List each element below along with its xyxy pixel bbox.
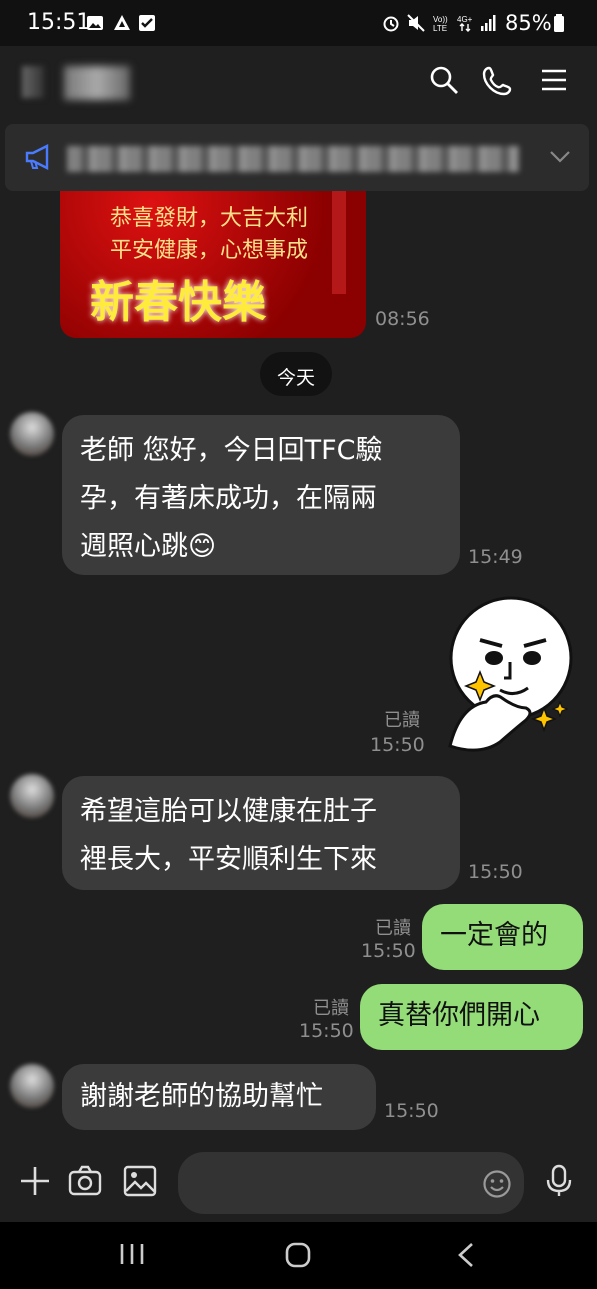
read-receipt: 已讀: [313, 998, 349, 1019]
svg-text:LTE: LTE: [433, 24, 447, 32]
date-divider-label: 今天: [276, 367, 315, 389]
card-line-3: 新春快樂: [90, 277, 266, 328]
plus-icon[interactable]: [18, 1164, 52, 1198]
announcement-text: [67, 146, 519, 172]
phone-icon[interactable]: [482, 64, 514, 96]
message-line: 裡長大，平安順利生下來: [80, 844, 377, 875]
message-input-bar: [0, 1142, 597, 1222]
image-icon[interactable]: [123, 1164, 157, 1198]
date-divider: 今天: [260, 352, 332, 396]
message-line: 孕，有著床成功，在隔兩: [80, 483, 377, 514]
search-icon[interactable]: [428, 64, 460, 96]
chat-area[interactable]: 恭喜發財，大吉大利 平安健康，心想事成 新春快樂 08:56 今天 老師 您好，…: [0, 124, 597, 1142]
card-tassel: [332, 174, 346, 294]
status-time: 15:51: [27, 10, 91, 35]
recents-icon[interactable]: [119, 1242, 145, 1266]
volte-icon: Vo))LTE: [433, 15, 448, 32]
sticker-image[interactable]: [440, 596, 578, 766]
gallery-notification-icon: [87, 16, 103, 30]
outgoing-message[interactable]: 一定會的: [422, 904, 583, 970]
mic-icon[interactable]: [542, 1164, 576, 1198]
alarm-icon: [383, 16, 399, 32]
4g-icon: 4G+: [457, 15, 473, 32]
battery-icon: [554, 14, 564, 32]
card-line-1: 恭喜發財，大吉大利: [110, 206, 309, 231]
message-line: 希望這胎可以健康在肚子: [80, 796, 377, 827]
check-notification-icon: [139, 15, 155, 31]
message-line: 老師 您好，今日回TFC驗: [80, 435, 383, 466]
back-button[interactable]: [22, 66, 44, 98]
battery-percent: 85%: [505, 11, 552, 35]
avatar[interactable]: [10, 774, 54, 818]
message-time: 15:50: [370, 734, 425, 756]
incoming-message[interactable]: 謝謝老師的協助幫忙: [62, 1064, 376, 1130]
contact-name: [64, 66, 130, 100]
camera-icon[interactable]: [68, 1164, 102, 1198]
back-icon[interactable]: [456, 1242, 476, 1268]
chat-header: [0, 46, 597, 124]
incoming-message[interactable]: 希望這胎可以健康在肚子 裡長大，平安順利生下來: [62, 776, 460, 890]
svg-text:Vo)): Vo)): [433, 15, 448, 24]
avatar[interactable]: [10, 412, 54, 456]
read-receipt: 已讀: [384, 710, 420, 731]
emoji-icon[interactable]: [482, 1169, 512, 1199]
status-bar: 15:51 Vo)) LTE 4G+ 85%: [0, 0, 597, 46]
chevron-down-icon[interactable]: [549, 150, 571, 164]
message-input[interactable]: [178, 1152, 524, 1214]
announcement-bar[interactable]: [5, 124, 589, 191]
signal-icon: [481, 15, 496, 31]
message-time: 15:50: [361, 940, 416, 962]
read-receipt: 已讀: [375, 918, 411, 939]
card-line-2: 平安健康，心想事成: [110, 238, 309, 263]
message-line: 週照心跳😊: [80, 531, 217, 562]
avatar[interactable]: [10, 1064, 54, 1108]
message-time: 15:50: [384, 1100, 439, 1122]
outgoing-message[interactable]: 真替你們開心: [360, 984, 583, 1050]
message-time: 15:49: [468, 546, 523, 568]
message-time: 15:50: [299, 1020, 354, 1042]
mute-icon: [407, 14, 425, 32]
incoming-message[interactable]: 老師 您好，今日回TFC驗 孕，有著床成功，在隔兩 週照心跳😊: [62, 415, 460, 575]
message-time: 15:50: [468, 861, 523, 883]
system-navigation-bar: [0, 1222, 597, 1289]
svg-text:4G+: 4G+: [457, 15, 473, 24]
app-notification-icon: [114, 15, 130, 30]
home-icon[interactable]: [285, 1242, 311, 1268]
megaphone-icon: [25, 144, 49, 170]
menu-icon[interactable]: [538, 64, 570, 96]
message-time: 08:56: [375, 308, 430, 330]
